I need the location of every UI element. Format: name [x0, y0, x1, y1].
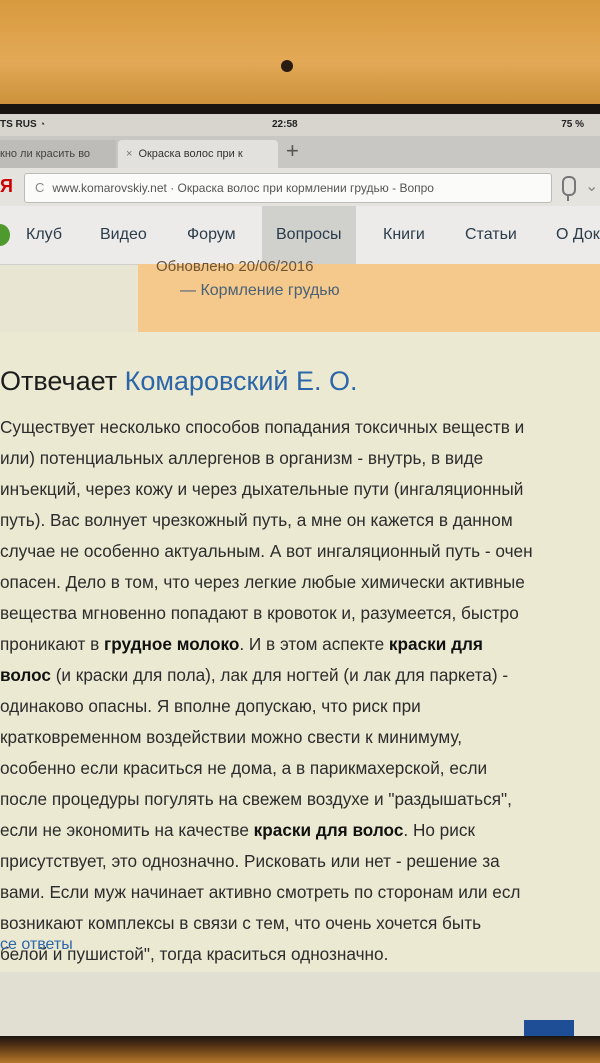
answer-line: белой и пушистой", тогда краситься одноз… [0, 944, 389, 964]
question-info-box: Обновлено 20/06/2016 — Кормление грудью [138, 258, 600, 332]
answer-line: кратковременном воздействии можно свести… [0, 727, 463, 747]
answer-line: вещества мгновенно попадают в кровоток и… [0, 603, 519, 623]
status-time: 22:58 [272, 119, 298, 130]
answer-line: инъекций, через кожу и через дыхательные… [0, 479, 524, 499]
tab-label: кно ли красить во [0, 148, 91, 160]
new-tab-plus-icon[interactable]: + [286, 138, 299, 164]
keyword-hair-dye: краски для [388, 634, 483, 654]
answer-line: одинаково опасны. Я вполне допускаю, что… [0, 696, 421, 716]
answer-line: вами. Если муж начинает активно смотреть… [0, 882, 521, 902]
answer-line: опасен. Дело в том, что через легкие люб… [0, 572, 525, 592]
yandex-logo[interactable]: Я [0, 176, 13, 197]
browser-screen: TS RUS ◔ 22:58 75 % кно ли красить во × Ок… [0, 114, 600, 1038]
nav-item-questions[interactable]: Вопросы [262, 206, 356, 264]
site-navigation: Клуб Видео Форум Вопросы Книги Статьи О … [0, 206, 600, 265]
carrier-label: TS RUS [0, 119, 37, 130]
answer-line: случае не особенно актуальным. А вот инг… [0, 541, 533, 561]
keyword-hair-dye: краски для волос [253, 820, 404, 840]
answer-line: путь). Вас волнует чрезкожный путь, а мн… [0, 510, 513, 530]
answer-line: возникают комплексы в связи с тем, что о… [0, 913, 482, 933]
answer-line: Существует несколько способов попадания … [0, 417, 525, 437]
microphone-icon[interactable] [562, 176, 576, 201]
nav-item-books[interactable]: Книги [383, 206, 425, 264]
answer-line: волос (и краски для пола), лак для ногте… [0, 665, 509, 685]
answer-line: если не экономить на качестве краски для… [0, 820, 475, 840]
chevron-down-icon[interactable]: ⌄ [585, 176, 598, 196]
tab-label: Окраска волос при к [138, 148, 243, 160]
keyword-breast-milk: грудное молоко [104, 634, 240, 654]
updated-date: Обновлено 20/06/2016 [156, 258, 314, 275]
url-text: www.komarovskiy.net · Окраска волос при … [52, 181, 434, 195]
nav-item-video[interactable]: Видео [100, 206, 147, 264]
answer-text: Существует несколько способов попадания … [0, 412, 600, 970]
answer-line: присутствует, это однозначно. Рисковать … [0, 851, 500, 871]
status-bar: TS RUS ◔ 22:58 75 % [0, 114, 600, 136]
reload-icon[interactable]: C [35, 180, 44, 195]
tab-bar: кно ли красить во × Окраска волос при к + [0, 136, 600, 169]
nav-item-articles[interactable]: Статьи [465, 206, 517, 264]
all-answers-link[interactable]: се ответы [0, 936, 73, 954]
nav-item-about[interactable]: О Док [556, 206, 600, 264]
url-field[interactable]: Cwww.komarovskiy.net · Окраска волос при… [24, 173, 552, 203]
keyword-hair-dye: волос [0, 665, 51, 685]
nav-item-club[interactable]: Клуб [26, 206, 62, 264]
site-logo[interactable] [0, 224, 10, 246]
battery-level: 75 % [561, 119, 584, 130]
nav-item-forum[interactable]: Форум [187, 206, 236, 264]
tab-active[interactable]: × Окраска волос при к [118, 140, 278, 168]
answer-line: особенно если краситься не дома, а в пар… [0, 758, 488, 778]
wifi-icon: ◔ [39, 119, 46, 129]
answer-line: или) потенциальных аллергенов в организм… [0, 448, 484, 468]
category-link[interactable]: — Кормление грудью [180, 282, 340, 300]
device-bezel-bottom [0, 1036, 600, 1063]
tab-previous[interactable]: кно ли красить во [0, 140, 116, 168]
answer-title: Отвечает Комаровский Е. О. [0, 366, 358, 396]
camera-icon [281, 60, 293, 72]
page-footer-strip [0, 972, 600, 1038]
answer-line: проникают в грудное молоко. И в этом асп… [0, 634, 483, 654]
answer-line: после процедуры погулять на свежем возду… [0, 789, 512, 809]
close-tab-icon[interactable]: × [126, 148, 132, 160]
author-link[interactable]: Комаровский Е. О. [125, 366, 358, 396]
address-bar: Я Cwww.komarovskiy.net · Окраска волос п… [0, 168, 600, 207]
device-bezel-top [0, 0, 600, 112]
answer-block: Отвечает Комаровский Е. О. Существует не… [0, 332, 600, 972]
